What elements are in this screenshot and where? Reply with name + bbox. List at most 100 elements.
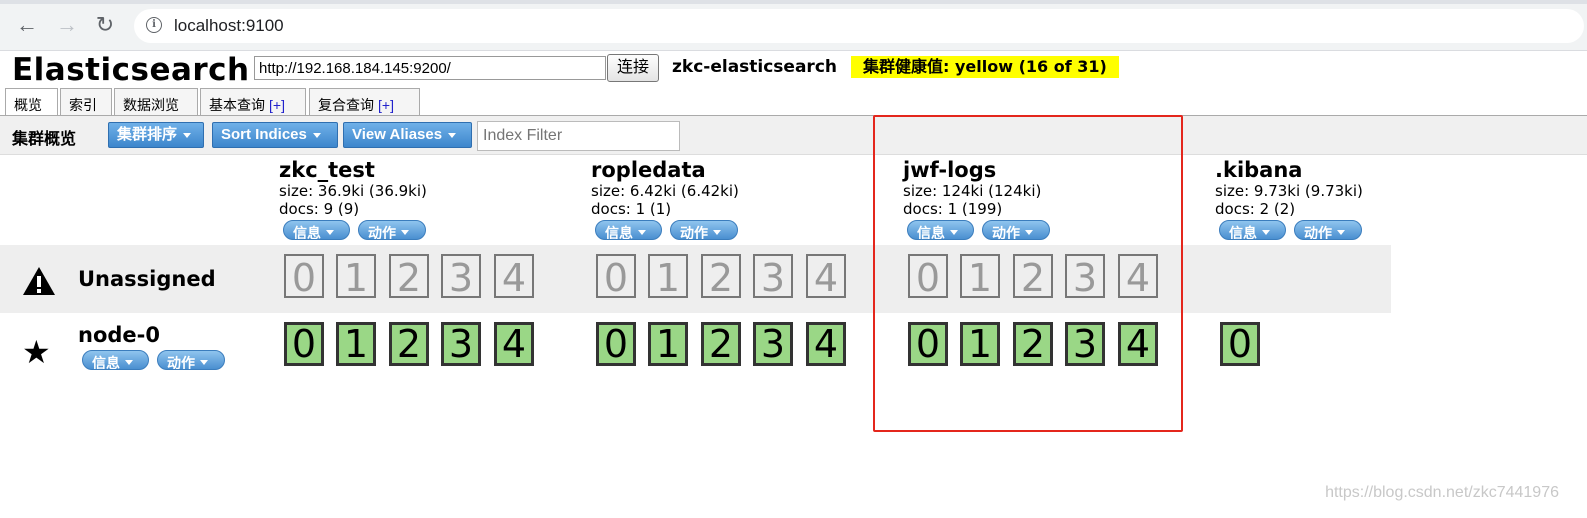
reload-icon[interactable]: ↻	[92, 12, 118, 38]
assigned-shard[interactable]: 0	[596, 322, 636, 366]
node-info-button[interactable]: 信息	[82, 350, 149, 370]
caret-down-icon	[326, 230, 334, 236]
index-action-button[interactable]: 动作	[1294, 220, 1362, 240]
tab-label: 概览	[14, 97, 42, 113]
assigned-shard[interactable]: 1	[648, 322, 688, 366]
assigned-shard[interactable]: 1	[960, 322, 1000, 366]
unassigned-shard[interactable]: 0	[284, 254, 324, 300]
assigned-shard[interactable]: 2	[1013, 322, 1053, 366]
address-bar[interactable]: i localhost:9100	[134, 9, 1584, 43]
view-aliases-button[interactable]: View Aliases	[343, 122, 472, 148]
index-name: ropledata	[591, 158, 706, 182]
button-label: 动作	[1304, 225, 1332, 240]
index-docs: docs: 1 (1)	[591, 200, 672, 218]
tab-plus[interactable]: [+]	[378, 97, 394, 113]
info-icon[interactable]: i	[146, 17, 162, 33]
caret-down-icon	[950, 230, 958, 236]
index-header-kibana: .kibana size: 9.73ki (9.73ki) docs: 2 (2…	[1215, 158, 1363, 242]
index-info-button[interactable]: 信息	[907, 220, 974, 240]
assigned-shard[interactable]: 4	[806, 322, 846, 366]
index-size: size: 9.73ki (9.73ki)	[1215, 182, 1363, 200]
star-icon: ★	[22, 334, 51, 370]
assigned-shard[interactable]: 3	[753, 322, 793, 366]
browser-toolbar: ← → ↻ i localhost:9100	[0, 0, 1587, 51]
cluster-health-badge: 集群健康值: yellow (16 of 31)	[851, 56, 1119, 78]
index-action-button[interactable]: 动作	[670, 220, 738, 240]
tab-indices[interactable]: 索引	[60, 88, 112, 115]
unassigned-shard[interactable]: 3	[1065, 254, 1105, 300]
warning-icon	[23, 267, 55, 295]
tab-overview[interactable]: 概览	[5, 88, 58, 116]
tab-label: 数据浏览	[123, 97, 179, 113]
unassigned-label: Unassigned	[78, 267, 216, 291]
assigned-shard[interactable]: 4	[494, 322, 534, 366]
button-label: 动作	[992, 225, 1020, 240]
unassigned-shard[interactable]: 2	[701, 254, 741, 300]
unassigned-shard[interactable]: 0	[596, 254, 636, 300]
unassigned-shard[interactable]: 1	[336, 254, 376, 300]
tab-compound-query[interactable]: 复合查询 [+]	[309, 88, 420, 115]
assigned-shard[interactable]: 1	[336, 322, 376, 366]
tab-label: 基本查询	[209, 97, 265, 113]
node-action-button[interactable]: 动作	[157, 350, 225, 370]
button-label: 动作	[680, 225, 708, 240]
caret-down-icon	[125, 360, 133, 366]
unassigned-shard[interactable]: 2	[1013, 254, 1053, 300]
unassigned-shard[interactable]: 1	[960, 254, 1000, 300]
assigned-shard[interactable]: 3	[1065, 322, 1105, 366]
caret-down-icon	[183, 132, 192, 138]
assigned-shard[interactable]: 2	[389, 322, 429, 366]
index-size: size: 36.9ki (36.9ki)	[279, 182, 427, 200]
caret-down-icon	[312, 132, 321, 138]
unassigned-shard[interactable]: 3	[753, 254, 793, 300]
back-icon[interactable]: ←	[14, 12, 40, 38]
cluster-url-input[interactable]	[254, 56, 606, 80]
assigned-shard[interactable]: 0	[908, 322, 948, 366]
index-action-button[interactable]: 动作	[982, 220, 1050, 240]
index-header-jwf-logs: jwf-logs size: 124ki (124ki) docs: 1 (19…	[903, 158, 1050, 242]
unassigned-shard[interactable]: 0	[908, 254, 948, 300]
assigned-shard[interactable]: 4	[1118, 322, 1158, 366]
assigned-shard[interactable]: 3	[441, 322, 481, 366]
index-name: zkc_test	[279, 158, 375, 182]
index-filter-input[interactable]	[477, 121, 680, 151]
button-label: 信息	[293, 225, 321, 240]
caret-down-icon	[638, 230, 646, 236]
unassigned-shard[interactable]: 2	[389, 254, 429, 300]
button-label: 动作	[368, 225, 396, 240]
tab-plus[interactable]: [+]	[269, 97, 285, 113]
unassigned-shard[interactable]: 4	[1118, 254, 1158, 300]
unassigned-shard[interactable]: 1	[648, 254, 688, 300]
tab-browser[interactable]: 数据浏览	[114, 88, 198, 115]
button-label: 信息	[1229, 225, 1257, 240]
button-label: Sort Indices	[221, 126, 307, 143]
button-label: View Aliases	[352, 126, 443, 143]
index-info-button[interactable]: 信息	[283, 220, 350, 240]
sort-indices-button[interactable]: Sort Indices	[212, 122, 338, 148]
tab-label: 复合查询	[318, 97, 374, 113]
index-header-ropledata: ropledata size: 6.42ki (6.42ki) docs: 1 …	[591, 158, 739, 242]
button-label: 信息	[917, 225, 945, 240]
index-action-button[interactable]: 动作	[358, 220, 426, 240]
assigned-shard[interactable]: 0	[1220, 322, 1260, 366]
forward-icon[interactable]: →	[54, 12, 80, 38]
connect-button[interactable]: 连接	[607, 54, 659, 82]
sort-cluster-button[interactable]: 集群排序	[108, 122, 204, 148]
unassigned-shard[interactable]: 3	[441, 254, 481, 300]
index-size: size: 6.42ki (6.42ki)	[591, 182, 739, 200]
unassigned-shard[interactable]: 4	[806, 254, 846, 300]
index-info-button[interactable]: 信息	[1219, 220, 1286, 240]
caret-down-icon	[401, 230, 409, 236]
index-info-button[interactable]: 信息	[595, 220, 662, 240]
button-label: 信息	[92, 355, 120, 370]
index-docs: docs: 1 (199)	[903, 200, 1003, 218]
cluster-name: zkc-elasticsearch	[672, 57, 837, 77]
assigned-shard[interactable]: 2	[701, 322, 741, 366]
tab-strip	[0, 0, 1587, 4]
assigned-shard[interactable]: 0	[284, 322, 324, 366]
button-label: 动作	[167, 355, 195, 370]
index-docs: docs: 9 (9)	[279, 200, 360, 218]
watermark: https://blog.csdn.net/zkc7441976	[1325, 484, 1559, 501]
unassigned-shard[interactable]: 4	[494, 254, 534, 300]
tab-basic-query[interactable]: 基本查询 [+]	[200, 88, 306, 115]
